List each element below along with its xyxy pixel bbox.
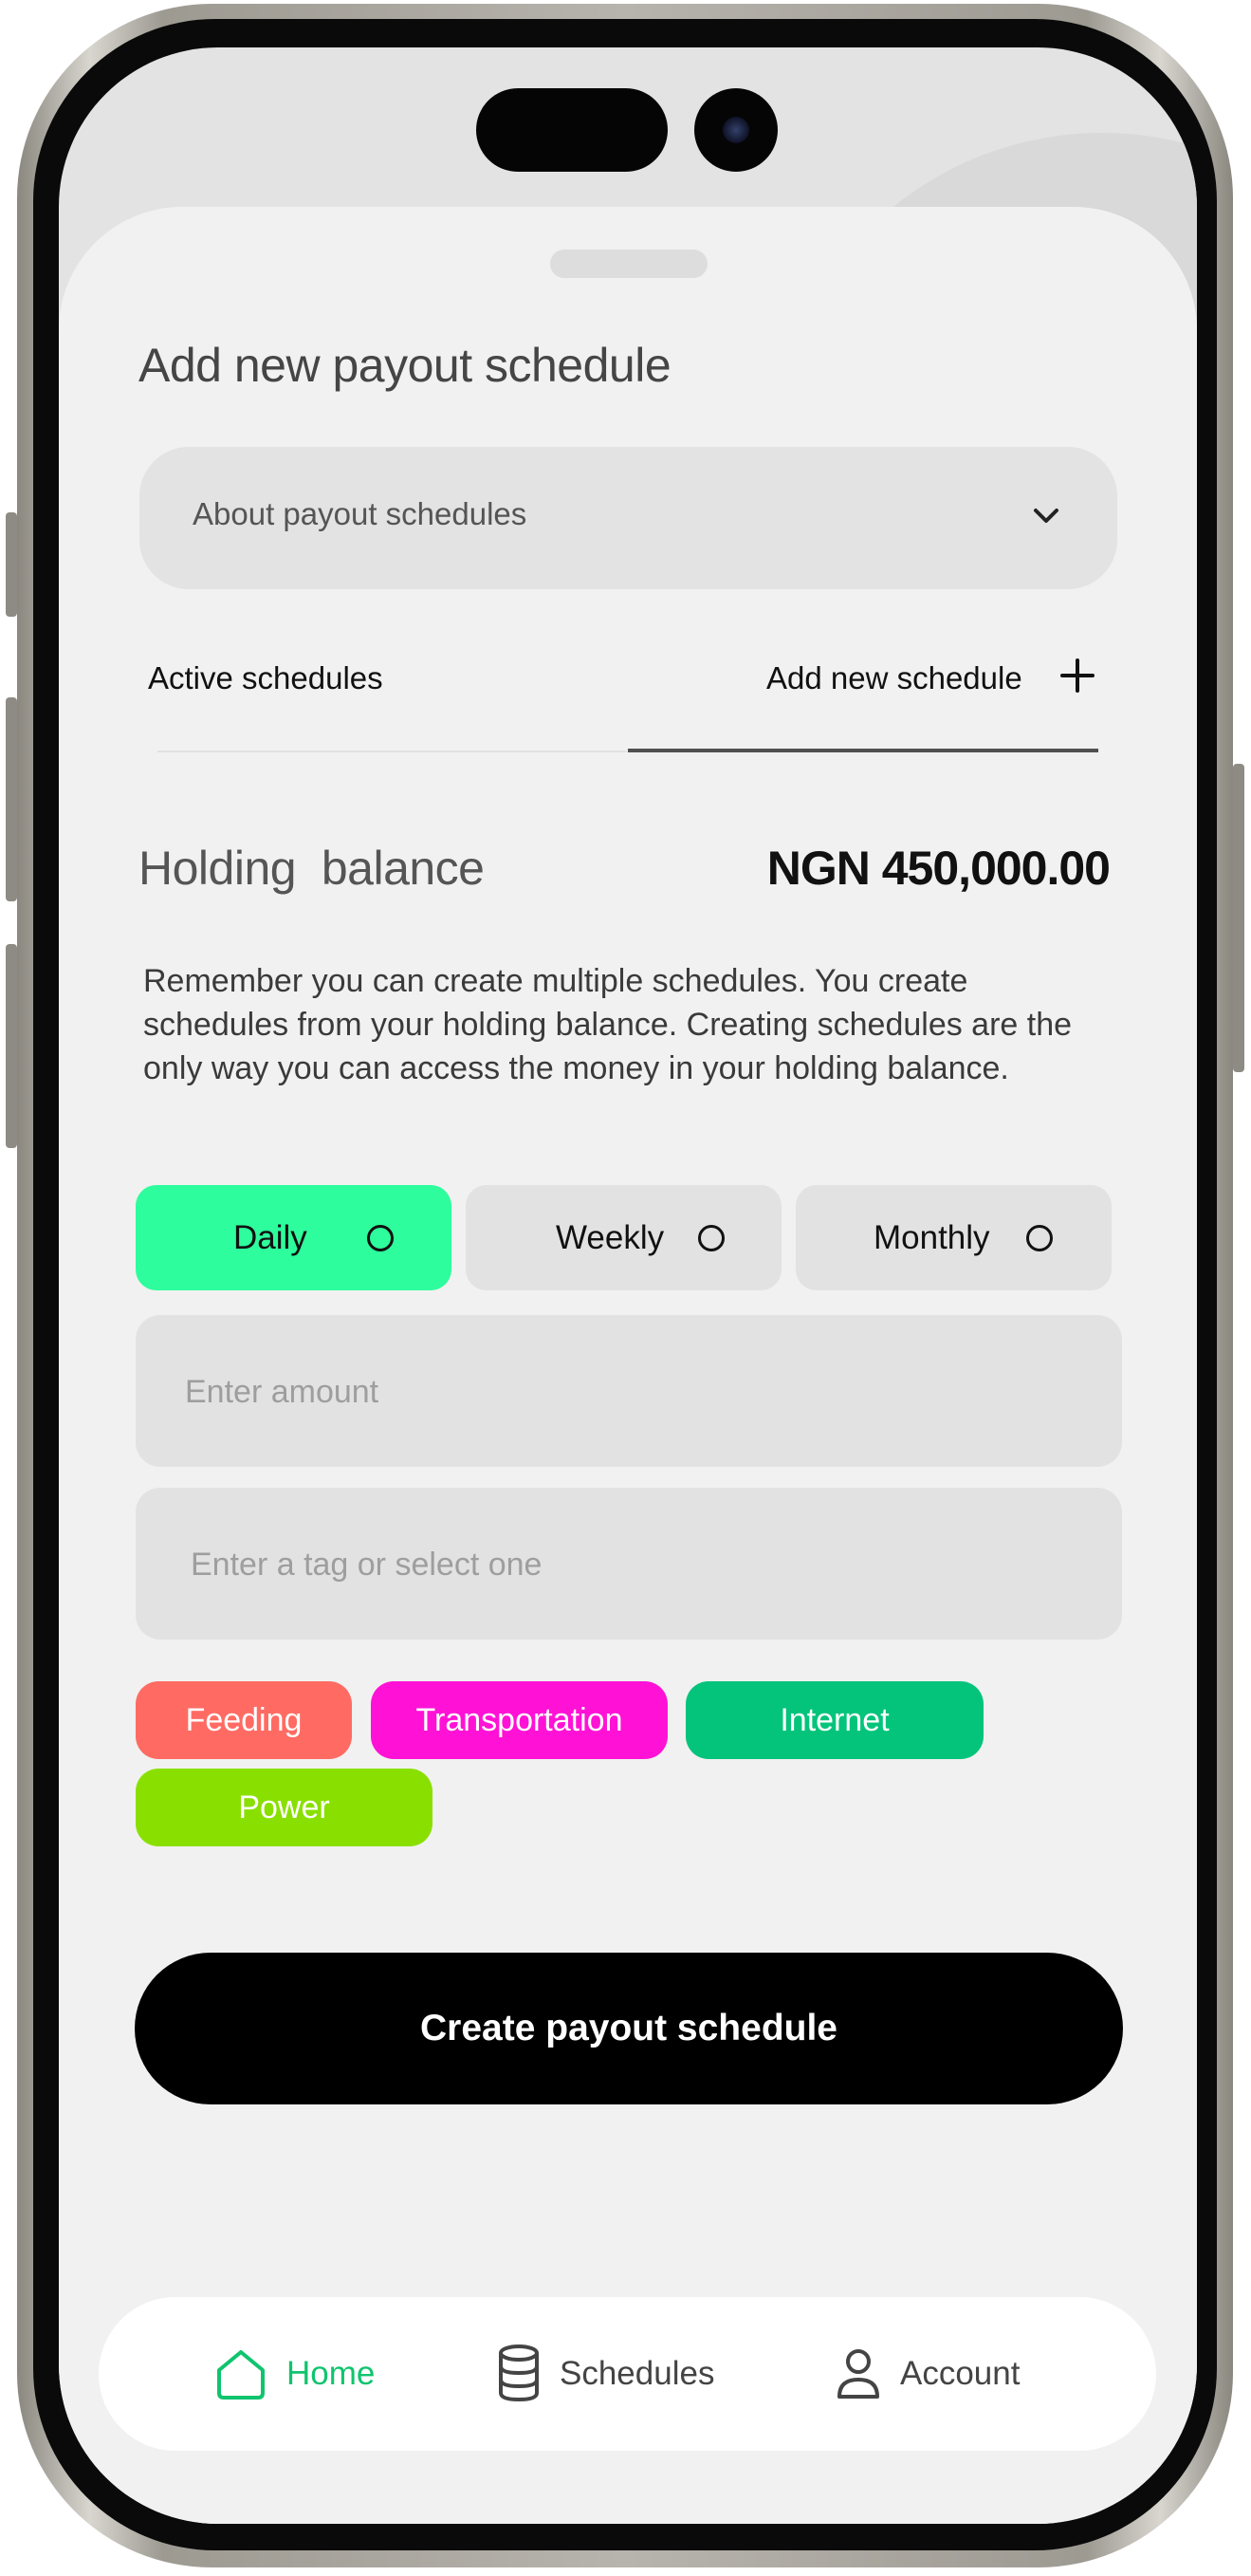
frequency-label: Weekly [556, 1219, 665, 1256]
tab-underline [157, 751, 627, 752]
nav-label: Account [900, 2355, 1021, 2392]
about-accordion[interactable]: About payout schedules [139, 447, 1117, 589]
tag-chip-feeding[interactable]: Feeding [136, 1681, 352, 1759]
amount-input[interactable] [183, 1315, 1078, 1469]
radio-icon [367, 1225, 394, 1251]
tab-active-schedules[interactable]: Active schedules [148, 660, 383, 696]
frequency-label: Daily [233, 1219, 307, 1256]
bottom-navigation: Home Schedules Account [99, 2297, 1156, 2451]
dynamic-island [476, 88, 668, 172]
camera-icon [694, 88, 778, 172]
frequency-weekly[interactable]: Weekly [466, 1185, 782, 1290]
side-button [1233, 764, 1244, 1072]
info-text: Remember you can create multiple schedul… [143, 963, 1073, 1086]
phone-screen: Add new payout schedule About payout sch… [59, 47, 1197, 2524]
user-icon [837, 2349, 879, 2399]
home-icon [217, 2350, 265, 2400]
create-payout-schedule-button[interactable]: Create payout schedule [135, 1953, 1123, 2104]
sheet-drag-handle[interactable] [550, 250, 708, 278]
chevron-down-icon [1034, 509, 1058, 523]
tab-underline-active [628, 749, 1098, 752]
tag-chip-power[interactable]: Power [136, 1769, 432, 1846]
tag-input[interactable] [189, 1488, 1084, 1641]
nav-item-account[interactable]: Account [836, 2297, 1020, 2451]
side-button [6, 697, 17, 901]
plus-icon[interactable] [1060, 658, 1095, 693]
nav-label: Home [286, 2355, 376, 2392]
frequency-daily[interactable]: Daily [136, 1185, 451, 1290]
side-button [6, 512, 17, 617]
nav-label: Schedules [560, 2355, 715, 2392]
radio-icon [1026, 1225, 1053, 1251]
tag-chip-transportation[interactable]: Transportation [371, 1681, 668, 1759]
holding-balance-label: Holding balance [138, 842, 485, 895]
side-button [6, 944, 17, 1148]
frequency-monthly[interactable]: Monthly [796, 1185, 1112, 1290]
tag-field[interactable] [136, 1488, 1122, 1641]
coins-stack-icon [499, 2344, 539, 2402]
nav-item-home[interactable]: Home [214, 2297, 375, 2451]
holding-balance-value: NGN 450,000.00 [766, 842, 1111, 895]
nav-item-schedules[interactable]: Schedules [497, 2297, 714, 2451]
page-title: Add new payout schedule [138, 339, 671, 392]
frequency-label: Monthly [874, 1219, 990, 1256]
bottom-sheet: Add new payout schedule About payout sch… [59, 207, 1197, 2524]
amount-field[interactable] [136, 1315, 1122, 1469]
tag-chip-internet[interactable]: Internet [686, 1681, 984, 1759]
radio-icon [698, 1225, 725, 1251]
accordion-label: About payout schedules [193, 496, 527, 531]
tab-add-new-schedule[interactable]: Add new schedule [766, 660, 1022, 696]
